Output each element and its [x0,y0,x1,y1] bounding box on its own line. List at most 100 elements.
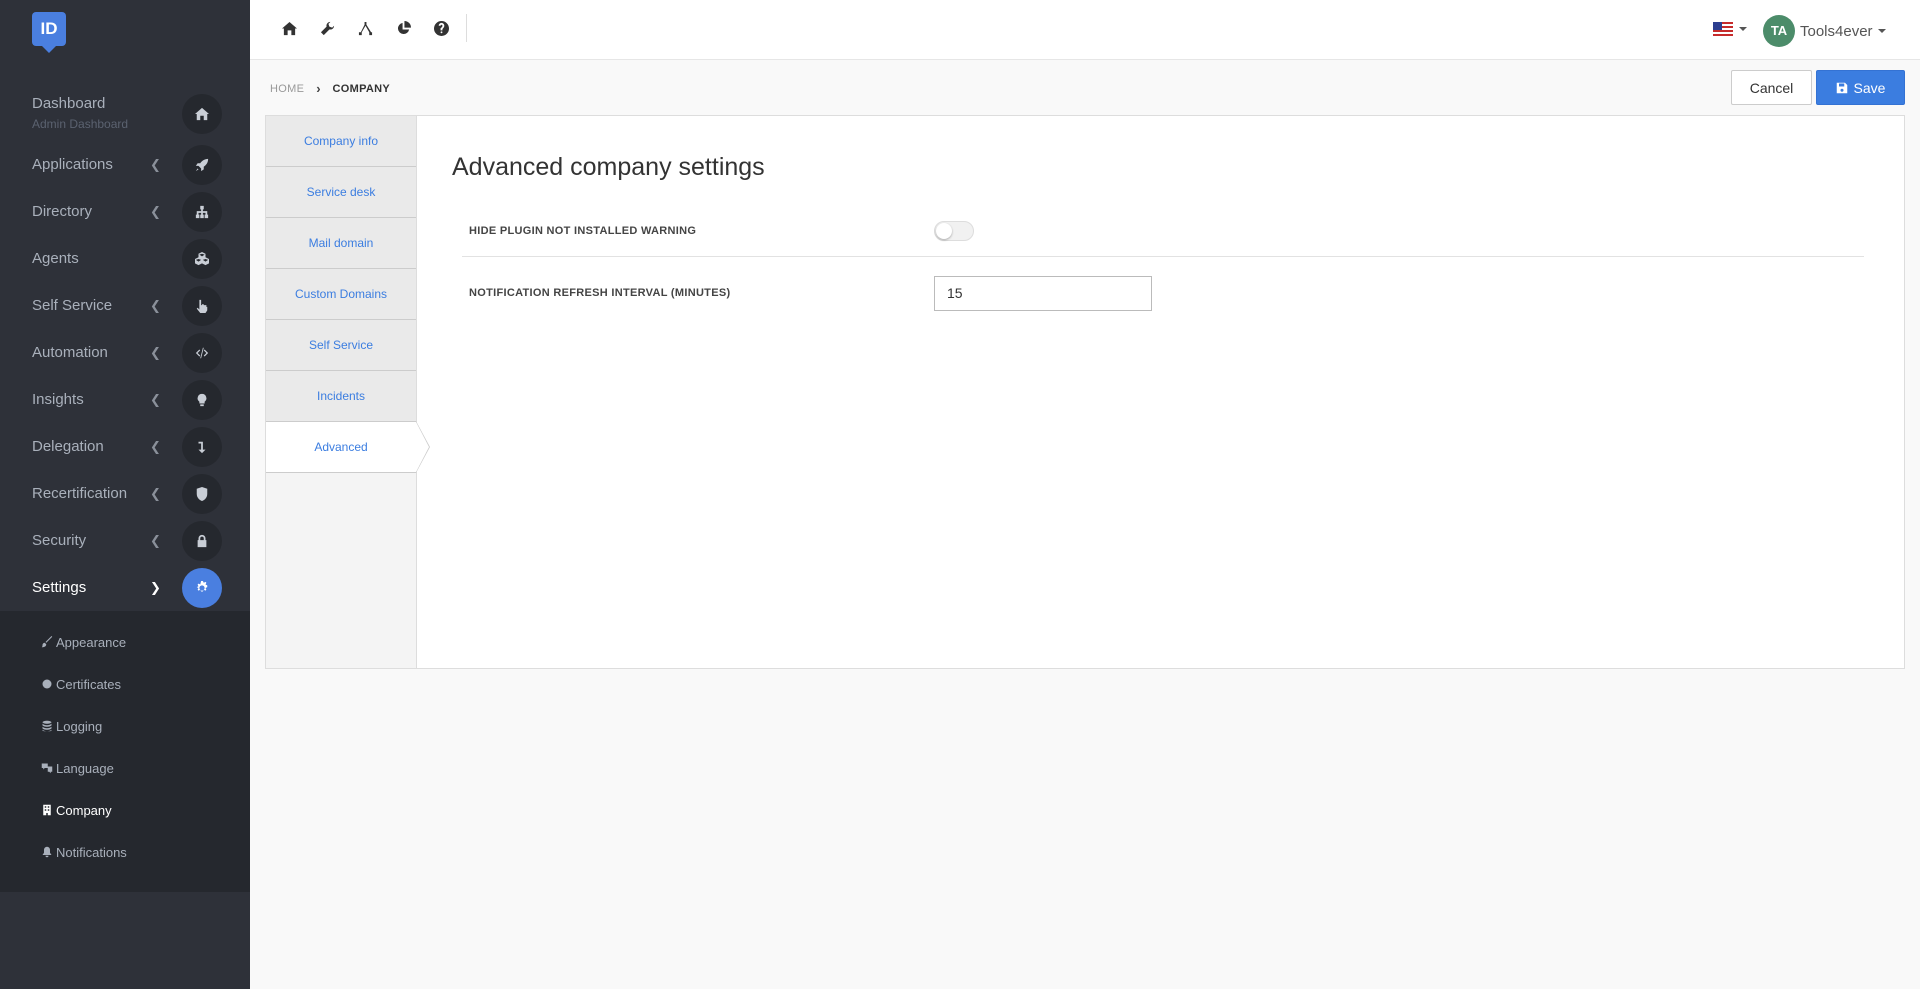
sidebar-item-self-service[interactable]: Self Service ❮ [0,282,250,329]
network-icon[interactable] [356,19,375,38]
chevron-left-icon: ❮ [150,297,161,313]
chevron-left-icon: ❮ [150,532,161,548]
page-title: Advanced company settings [452,153,765,181]
chevron-left-icon: ❮ [150,344,161,360]
app-logo[interactable]: ID [32,12,66,53]
sidebar-item-dashboard[interactable]: Dashboard Admin Dashboard [0,87,250,141]
sidebar-item-label: Automation [32,344,108,361]
sidebar-item-label: Applications [32,156,113,173]
breadcrumb-current: COMPANY [332,82,391,95]
sidebar-item-recertification[interactable]: Recertification ❮ [0,470,250,517]
sidebar-item-insights[interactable]: Insights ❮ [0,376,250,423]
gear-icon [182,567,222,608]
chevron-left-icon: ❮ [150,203,161,219]
sidebar-item-label: Settings [32,579,87,596]
chevron-left-icon: ❮ [150,438,161,454]
sidebar-item-applications[interactable]: Applications ❮ [0,141,250,188]
chevron-down-icon: ❯ [150,579,161,595]
database-icon [40,719,54,733]
tab-mail-domain[interactable]: Mail domain [266,218,416,269]
sidebar-item-label: Security [32,532,87,549]
us-flag-icon [1713,22,1733,36]
lightbulb-icon [182,379,222,420]
submenu-item-notifications[interactable]: Notifications [0,831,250,873]
sidebar-nav: Dashboard Admin Dashboard Applications ❮… [0,87,250,611]
caret-down-icon [1877,29,1886,33]
logo-area: ID [0,0,250,60]
shield-icon [182,473,222,514]
chevron-right-icon: › [316,81,321,96]
setting-label: HIDE PLUGIN NOT INSTALLED WARNING [469,224,697,237]
sidebar: ID Dashboard Admin Dashboard Application… [0,0,250,989]
setting-row-hide-plugin: HIDE PLUGIN NOT INSTALLED WARNING [462,205,1864,257]
tab-incidents[interactable]: Incidents [266,371,416,422]
sitemap-icon [182,191,222,232]
sidebar-item-directory[interactable]: Directory ❮ [0,188,250,235]
save-button[interactable]: Save [1816,70,1905,105]
rocket-icon [182,144,222,185]
tab-self-service[interactable]: Self Service [266,320,416,371]
bell-icon [40,845,54,859]
hide-plugin-warning-toggle[interactable] [934,220,974,241]
setting-label: NOTIFICATION REFRESH INTERVAL (MINUTES) [469,287,731,299]
vertical-tabs: Company info Service desk Mail domain Cu… [266,116,430,668]
submenu-item-appearance[interactable]: Appearance [0,621,250,663]
sidebar-item-delegation[interactable]: Delegation ❮ [0,423,250,470]
hand-pointer-icon [182,285,222,326]
submenu-item-label: Appearance [56,634,127,650]
sidebar-item-label: Agents [32,250,79,267]
submenu-item-company[interactable]: Company [0,789,250,831]
wrench-icon[interactable] [318,19,337,38]
home-icon [182,94,222,134]
cubes-icon [182,238,222,279]
submenu-item-label: Certificates [56,676,122,692]
language-icon [40,761,54,775]
submenu-item-language[interactable]: Language [0,747,250,789]
submenu-item-label: Notifications [56,844,127,860]
user-menu[interactable]: TA Tools4ever [1763,15,1886,47]
lock-icon [182,520,222,561]
tab-custom-domains[interactable]: Custom Domains [266,269,416,320]
sidebar-item-label: Recertification [32,485,128,502]
building-icon [40,803,54,817]
tab-advanced[interactable]: Advanced [266,421,430,473]
sidebar-item-label: Delegation [32,438,104,455]
top-icon-group [280,19,451,38]
cancel-button[interactable]: Cancel [1731,70,1812,105]
level-down-icon [182,426,222,467]
settings-panel: Company info Service desk Mail domain Cu… [265,115,1905,669]
tab-company-info[interactable]: Company info [266,116,416,167]
top-bar: TA Tools4ever [250,0,1920,60]
breadcrumb-home[interactable]: HOME [270,83,304,95]
tab-service-desk[interactable]: Service desk [266,167,416,218]
refresh-interval-input[interactable] [934,275,1152,311]
sidebar-item-label: Self Service [32,297,113,314]
chevron-left-icon: ❮ [150,391,161,407]
save-button-label: Save [1853,79,1886,96]
sidebar-item-label: Insights [32,391,84,408]
sidebar-item-security[interactable]: Security ❮ [0,517,250,564]
tab-content: Advanced company settings HIDE PLUGIN NO… [452,153,1864,315]
home-icon[interactable] [280,19,299,38]
submenu-item-label: Company [56,802,112,818]
caret-down-icon [1739,27,1747,31]
submenu-item-logging[interactable]: Logging [0,705,250,747]
floppy-disk-icon [1836,82,1847,93]
help-icon[interactable] [432,19,451,38]
toggle-knob [936,222,952,239]
setting-row-refresh-interval: NOTIFICATION REFRESH INTERVAL (MINUTES) [452,271,1864,315]
sidebar-item-settings[interactable]: Settings ❯ [0,564,250,611]
chevron-left-icon: ❮ [150,156,161,172]
sidebar-item-label: Dashboard [32,95,106,112]
language-selector[interactable] [1713,22,1747,36]
chevron-left-icon: ❮ [150,485,161,501]
submenu-item-label: Logging [56,718,103,734]
sidebar-item-agents[interactable]: Agents [0,235,250,282]
submenu-item-certificates[interactable]: Certificates [0,663,250,705]
paintbrush-icon [40,635,54,649]
sidebar-item-sublabel: Admin Dashboard [32,117,129,131]
sidebar-item-automation[interactable]: Automation ❮ [0,329,250,376]
submenu-item-label: Language [56,760,114,776]
user-name: Tools4ever [1800,22,1873,40]
pie-chart-icon[interactable] [394,19,413,38]
